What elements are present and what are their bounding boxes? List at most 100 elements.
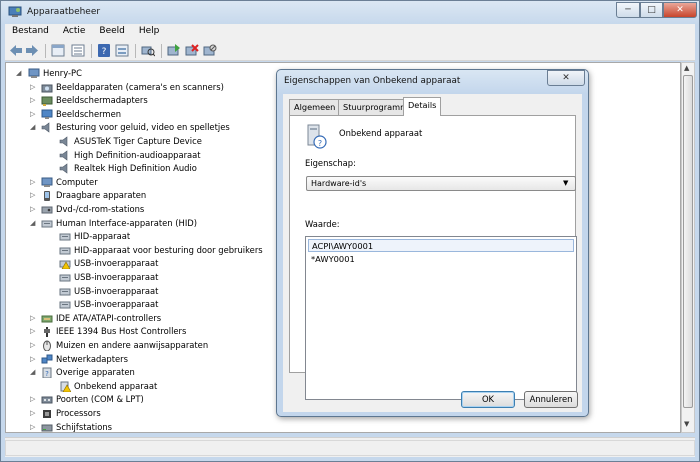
tree-item-label: USB-invoerapparaat: [74, 272, 159, 282]
tree-item-label: HID-apparaat voor besturing door gebruik…: [74, 244, 263, 255]
monitor-icon: [41, 109, 53, 119]
speaker-icon: [41, 122, 50, 133]
device-name: Onbekend apparaat: [339, 128, 423, 138]
collapse-arrow-icon[interactable]: ◢: [30, 217, 38, 227]
device-manager-icon: [8, 6, 22, 17]
tree-item-label: Overige apparaten: [56, 367, 135, 378]
tab-details[interactable]: Details: [403, 97, 442, 116]
display-adapter-icon: [41, 96, 53, 107]
svg-text:?: ?: [318, 139, 322, 148]
menu-item-help[interactable]: Help: [132, 24, 167, 38]
scroll-thumb[interactable]: [683, 75, 693, 408]
tree-item-label: Dvd-/cd-rom-stations: [56, 204, 145, 214]
update-driver-icon[interactable]: [167, 44, 181, 57]
back-icon[interactable]: [9, 44, 23, 57]
list-view-icon[interactable]: [71, 44, 85, 57]
close-button[interactable]: ✕: [663, 2, 697, 18]
uninstall-icon[interactable]: [185, 44, 199, 57]
dialog-title: Eigenschappen van Onbekend apparaat: [284, 76, 461, 86]
tree-item-label: High Definition-audioapparaat: [74, 149, 201, 160]
collapse-arrow-icon[interactable]: ◢: [30, 366, 38, 376]
tree-item-label: Human Interface-apparaten (HID): [56, 217, 198, 228]
computer-icon: [28, 68, 40, 78]
speaker-icon: [59, 149, 68, 161]
show-hidden-icon[interactable]: [115, 44, 129, 57]
expand-arrow-icon[interactable]: ▷: [30, 108, 38, 118]
list-item[interactable]: ACPI\AWY0001: [308, 239, 574, 252]
cancel-button[interactable]: Annuleren: [524, 391, 578, 408]
expand-arrow-icon[interactable]: ▷: [30, 189, 38, 199]
title-bar[interactable]: Apparaatbeheer ─ □ ✕: [1, 1, 699, 24]
status-cell: [5, 440, 695, 456]
disk-drive-icon: [41, 424, 53, 432]
menu-bar: Bestand Actie Beeld Help: [5, 24, 695, 41]
minimize-button[interactable]: ─: [616, 2, 640, 18]
network-adapter-icon: [41, 354, 53, 364]
tree-scrollbar[interactable]: ▲ ▼: [681, 62, 695, 433]
tree-item-label: IDE ATA/ATAPI-controllers: [56, 312, 162, 323]
maximize-button[interactable]: □: [640, 2, 663, 18]
tree-root-label: Henry-PC: [43, 68, 82, 78]
dropdown-arrow-icon[interactable]: ▼: [563, 179, 568, 187]
property-select-value: Hardware-id's: [311, 179, 367, 188]
camera-icon: [41, 84, 53, 93]
tree-item-label: Beeldschermen: [56, 108, 122, 119]
property-select[interactable]: Hardware-id's ▼: [306, 176, 576, 191]
computer-icon: [41, 177, 53, 187]
hid-icon: [41, 220, 53, 228]
properties-view-icon[interactable]: [51, 44, 65, 57]
hid-icon: [59, 288, 71, 296]
tree-item-label: Schijfstations: [56, 421, 113, 432]
expand-arrow-icon[interactable]: ▷: [30, 94, 38, 104]
expand-arrow-icon[interactable]: ▷: [30, 353, 38, 363]
expand-arrow-icon[interactable]: ▷: [30, 421, 38, 431]
tab-general[interactable]: Algemeen: [289, 99, 341, 115]
expand-arrow-icon[interactable]: ▷: [30, 393, 38, 403]
unknown-device-warning-icon: [60, 381, 71, 392]
expand-arrow-icon[interactable]: ▷: [30, 325, 38, 335]
ok-button[interactable]: OK: [461, 391, 515, 408]
expand-arrow-icon[interactable]: ▷: [30, 81, 38, 91]
collapse-arrow-icon[interactable]: ◢: [30, 121, 38, 131]
ide-controller-icon: [41, 315, 53, 323]
tree-item-label: Computer: [56, 176, 98, 187]
scroll-down-icon[interactable]: ▼: [684, 420, 689, 428]
tree-item-label: Onbekend apparaat: [74, 380, 158, 391]
window-title: Apparaatbeheer: [27, 7, 101, 17]
hid-warning-icon: [59, 260, 71, 270]
toolbar-separator: [161, 44, 162, 58]
collapse-arrow-icon[interactable]: ◢: [16, 67, 24, 77]
scan-hardware-icon[interactable]: [141, 44, 155, 57]
processor-icon: [43, 410, 51, 418]
expand-arrow-icon[interactable]: ▷: [30, 312, 38, 322]
list-item[interactable]: *AWY0001: [308, 253, 574, 266]
dialog-body: Algemeen Stuurprogramma Details ? Onbeke…: [283, 94, 582, 412]
menu-item-actie[interactable]: Actie: [56, 24, 93, 38]
hid-icon: [59, 274, 71, 282]
scroll-up-icon[interactable]: ▲: [684, 64, 689, 72]
hid-icon: [59, 247, 71, 255]
toolbar-separator: [45, 44, 46, 58]
dialog-close-button[interactable]: ✕: [547, 70, 585, 86]
disable-icon[interactable]: [203, 44, 217, 57]
tree-item-label: Beeldschermadapters: [56, 95, 148, 106]
tree-item-label: USB-invoerapparaat: [74, 285, 159, 296]
menu-item-bestand[interactable]: Bestand: [5, 24, 56, 38]
speaker-icon: [59, 136, 68, 147]
value-list[interactable]: ACPI\AWY0001 *AWY0001: [305, 236, 577, 400]
property-label: Eigenschap:: [305, 158, 356, 168]
hid-icon: [59, 233, 71, 241]
menu-item-beeld[interactable]: Beeld: [92, 24, 131, 38]
expand-arrow-icon[interactable]: ▷: [30, 339, 38, 349]
tree-item-label: Realtek High Definition Audio: [74, 163, 197, 174]
expand-arrow-icon[interactable]: ▷: [30, 407, 38, 417]
expand-arrow-icon[interactable]: ▷: [30, 203, 38, 213]
help-icon[interactable]: ?: [97, 44, 111, 57]
svg-text:?: ?: [102, 47, 107, 57]
tree-item-label: Processors: [56, 408, 101, 418]
expand-arrow-icon[interactable]: ▷: [30, 176, 38, 186]
tree-item-label: USB-invoerapparaat: [74, 299, 159, 310]
tree-item-label: Netwerkadapters: [56, 353, 128, 364]
firewire-icon: [44, 327, 50, 338]
forward-icon[interactable]: [25, 44, 39, 57]
